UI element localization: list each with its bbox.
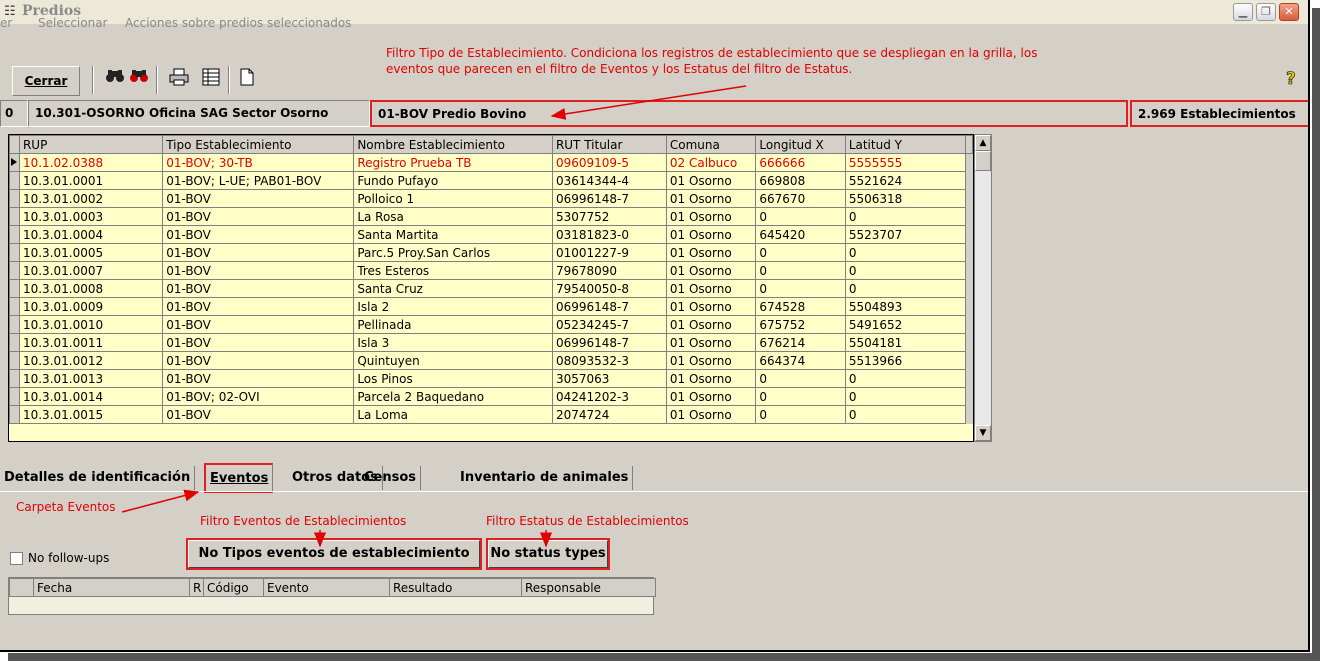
arrow-to-eventos-tab <box>121 489 200 513</box>
arrow-to-tipo-filter <box>550 85 747 120</box>
annotation-arrows <box>121 85 747 548</box>
